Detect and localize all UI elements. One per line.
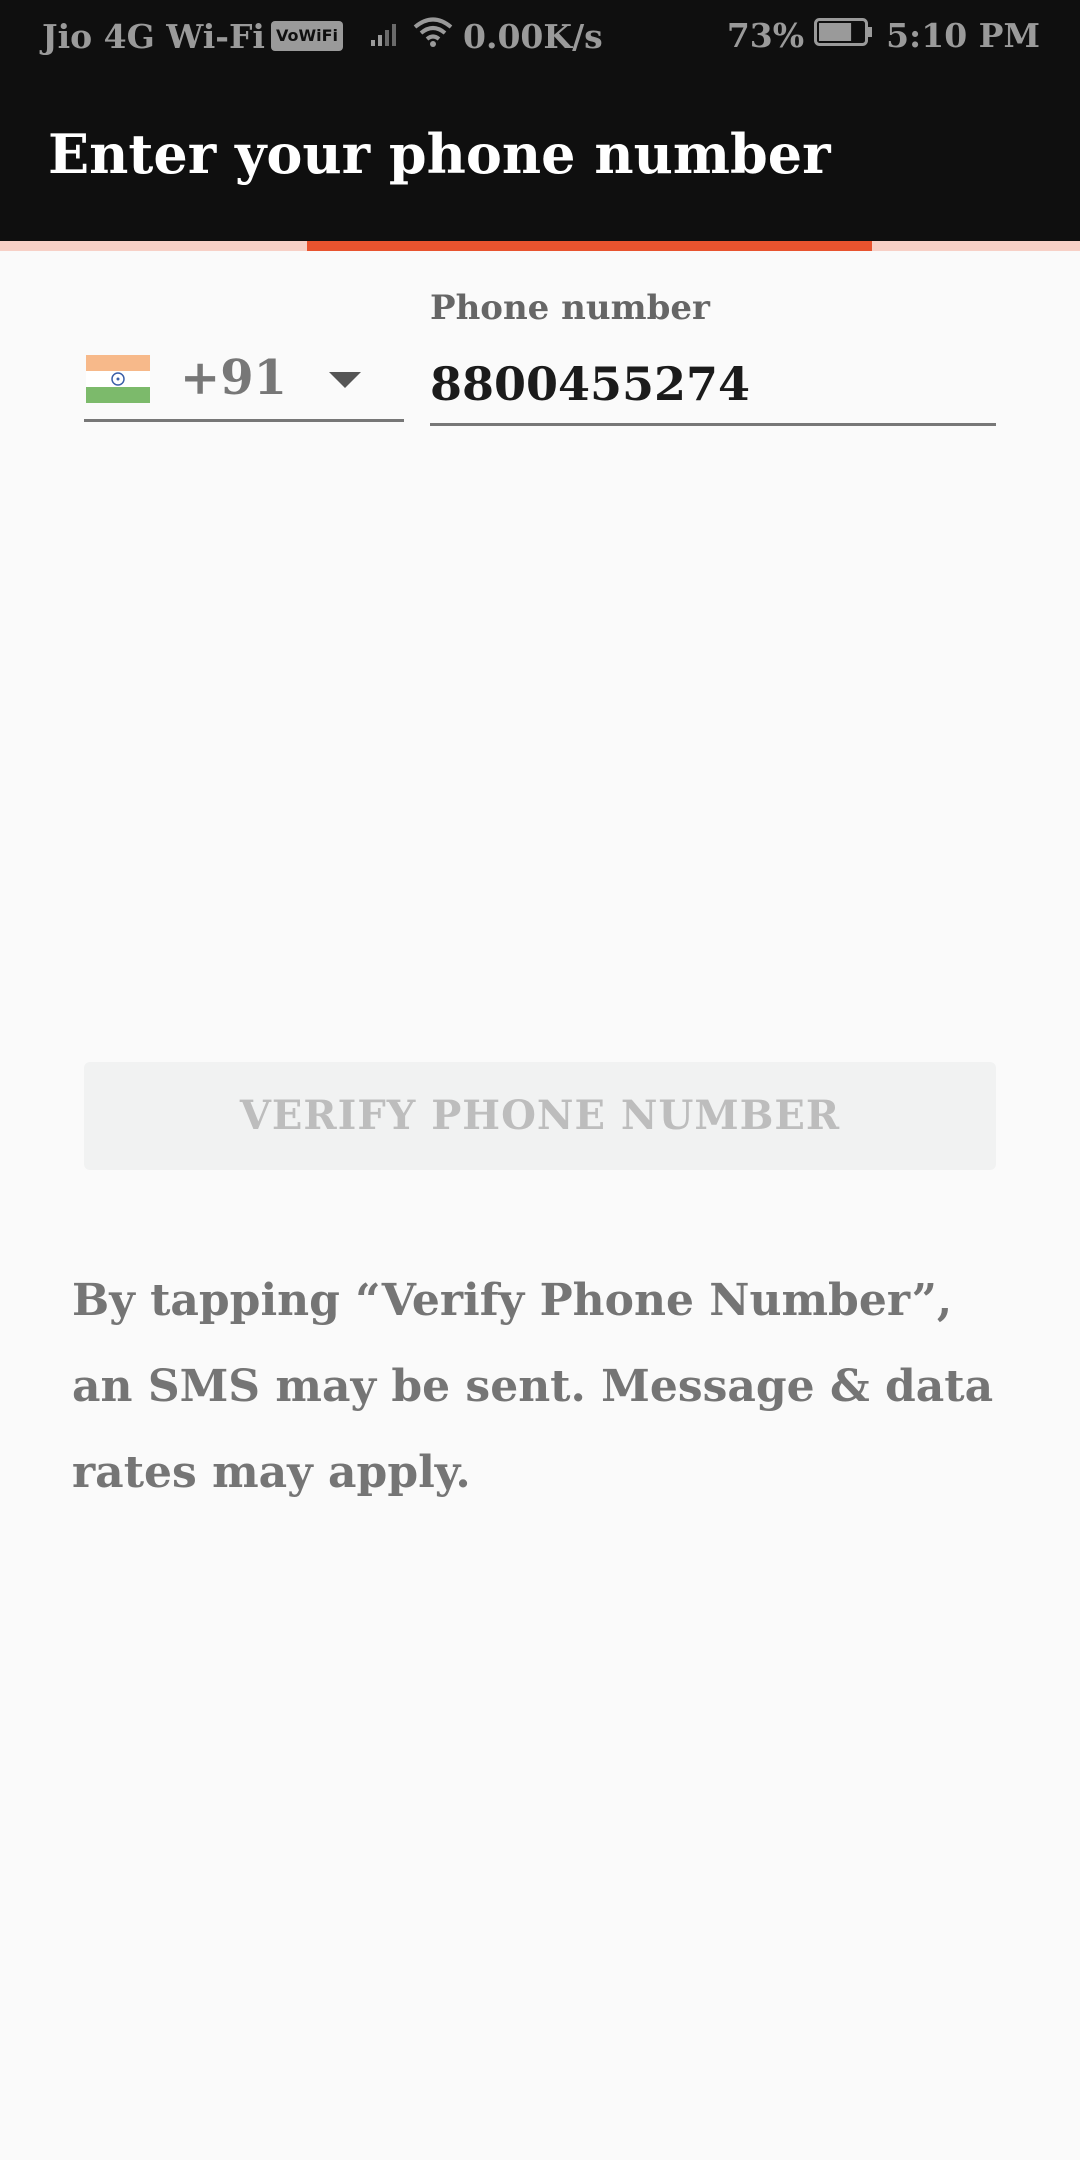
carrier-label: Jio 4G Wi-Fi (42, 16, 265, 56)
battery-icon (814, 16, 874, 55)
country-picker[interactable]: +91 (84, 340, 404, 422)
phone-number-input[interactable] (430, 344, 996, 426)
net-speed: 0.00K/s (463, 16, 603, 56)
progress-fill (307, 241, 872, 251)
battery-percent: 73% (726, 16, 805, 55)
status-bar: Jio 4G Wi-Fi VoWiFi 0.00K/s 73% 5:10 PM (0, 0, 1080, 75)
status-right: 73% 5:10 PM (727, 16, 1040, 55)
clock: 5:10 PM (886, 16, 1040, 55)
signal-icon (369, 17, 403, 56)
page-title: Enter your phone number (48, 122, 831, 186)
vowifi-badge: VoWiFi (270, 21, 344, 51)
status-left: Jio 4G Wi-Fi VoWiFi 0.00K/s (42, 16, 603, 56)
india-flag-icon (86, 355, 150, 407)
chevron-down-icon[interactable] (329, 372, 361, 388)
app-bar: Enter your phone number (0, 75, 1080, 241)
sms-disclaimer: By tapping “Verify Phone Number”, an SMS… (72, 1275, 994, 1498)
phone-number-label: Phone number (430, 288, 710, 328)
wifi-icon (413, 16, 453, 56)
verify-phone-number-button[interactable]: VERIFY PHONE NUMBER (84, 1062, 996, 1170)
country-code: +91 (180, 350, 288, 406)
